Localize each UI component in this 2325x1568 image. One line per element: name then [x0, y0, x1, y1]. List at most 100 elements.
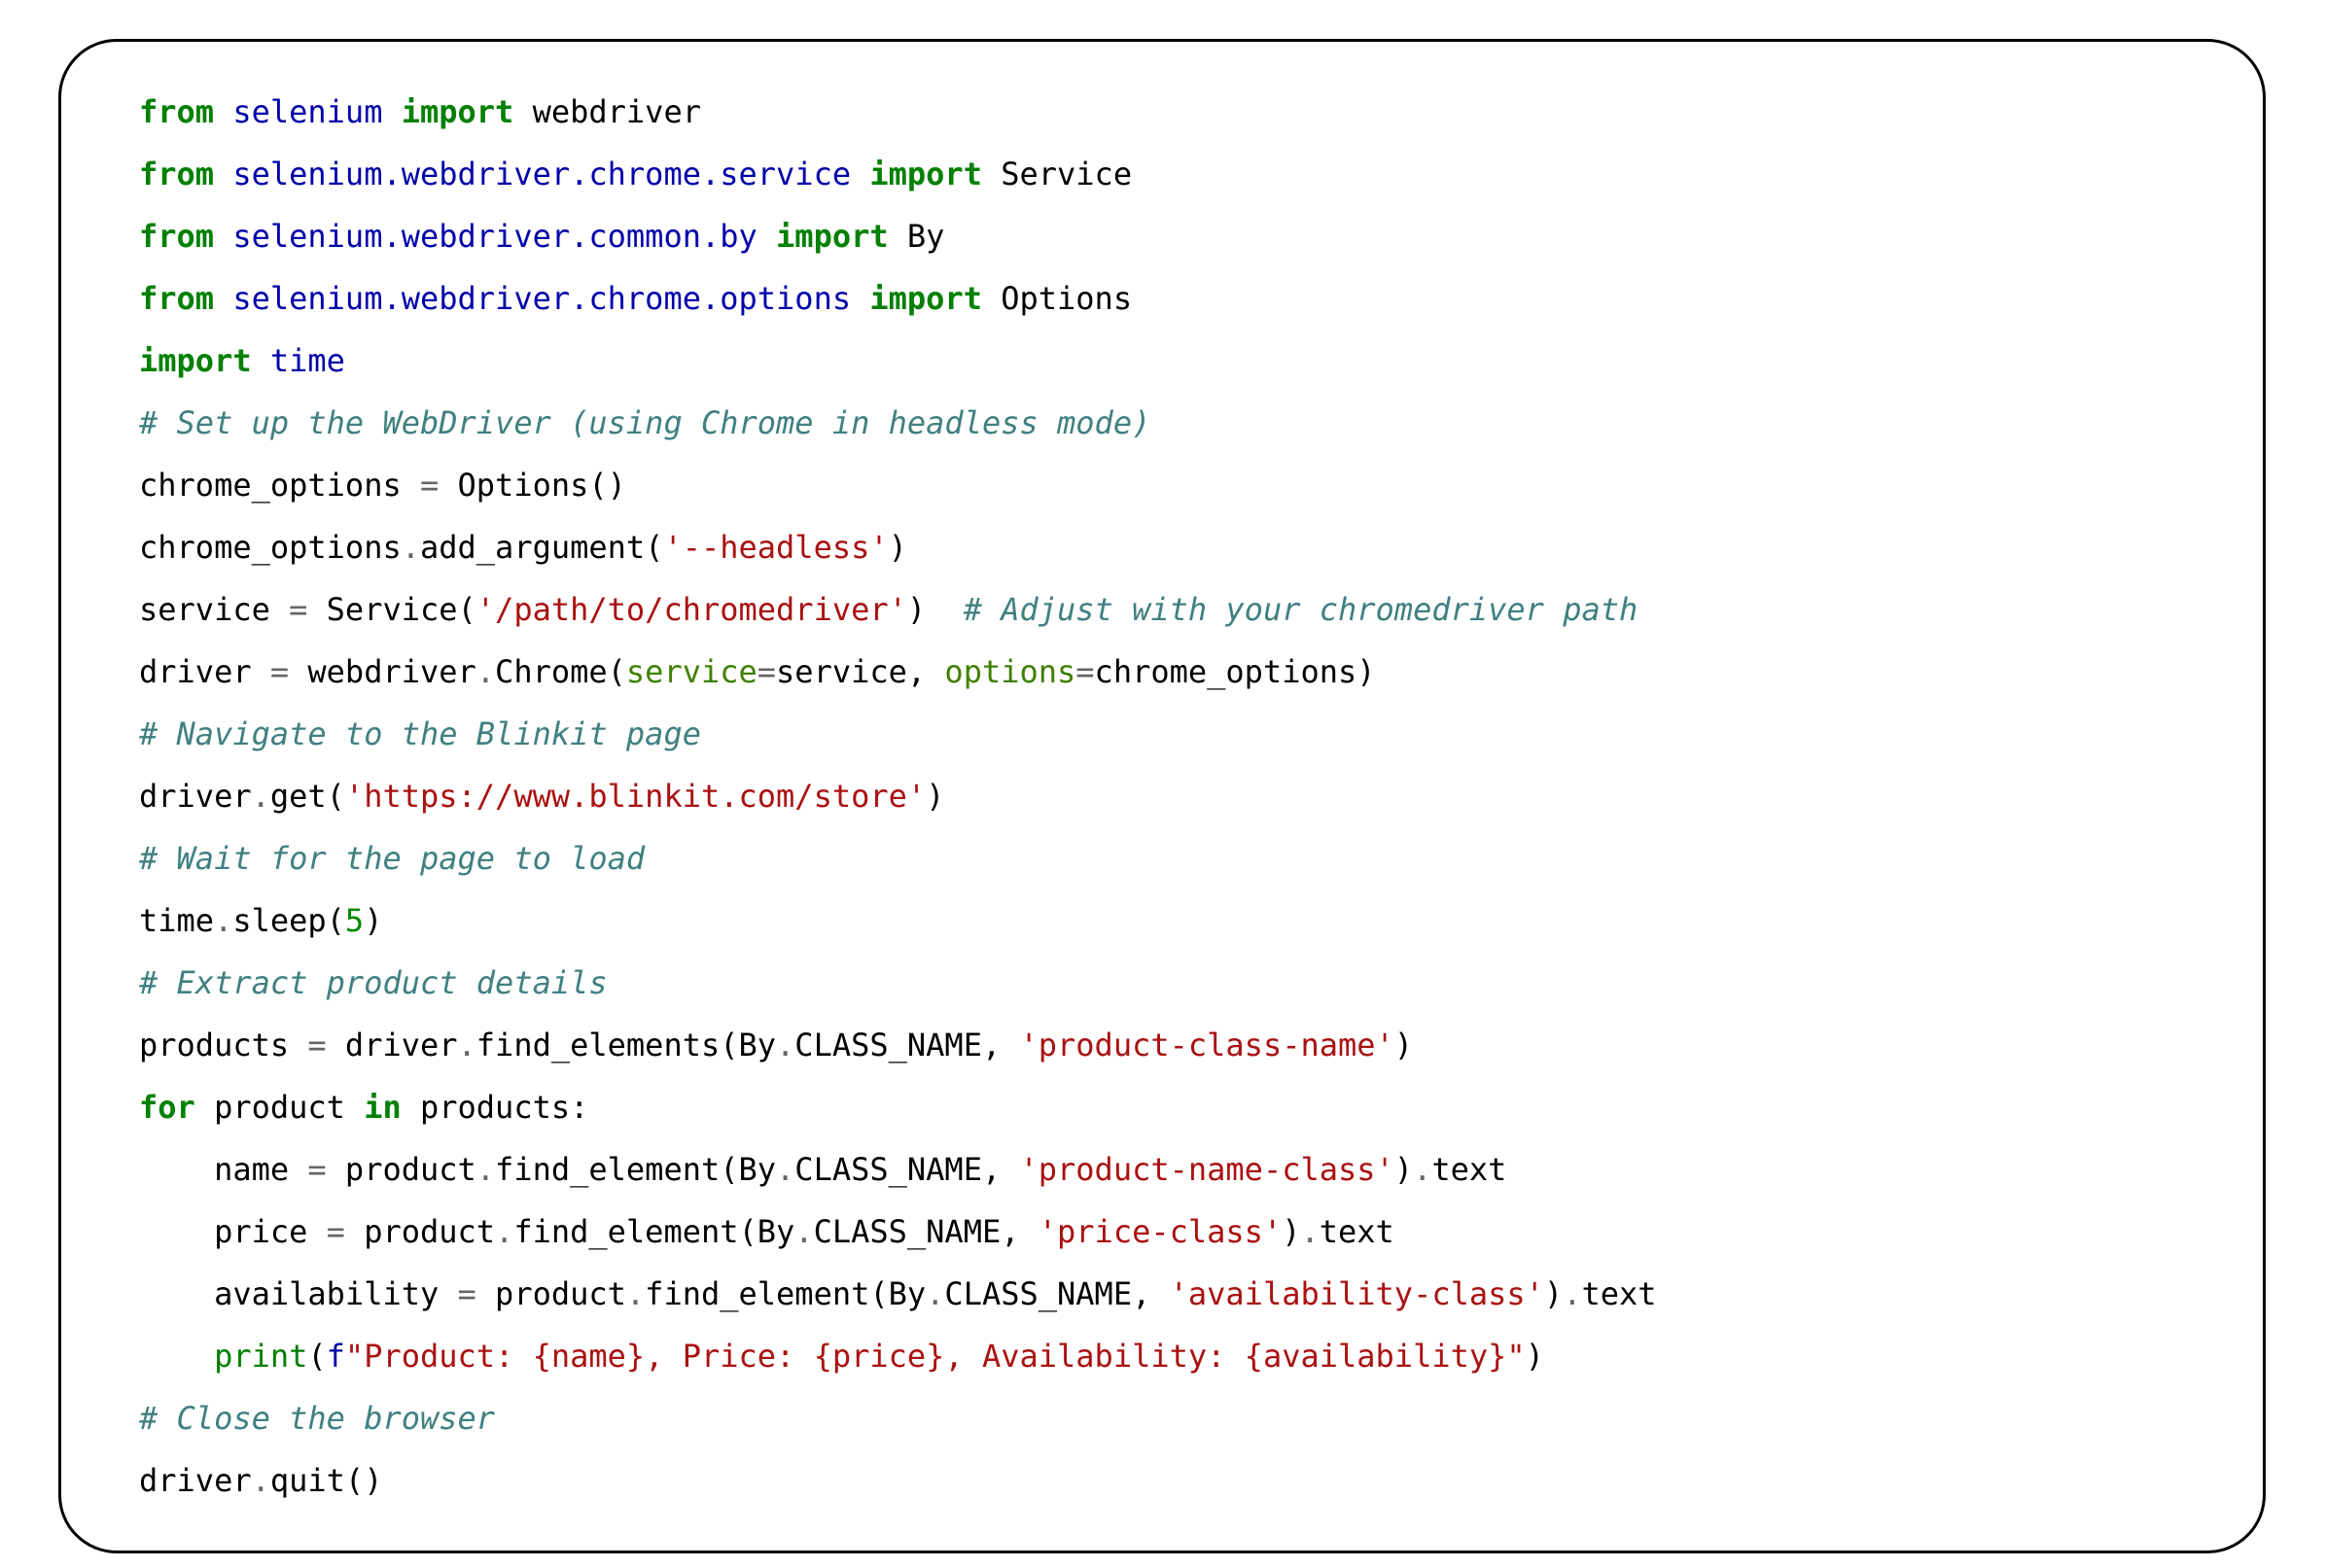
code-token	[851, 156, 869, 192]
code-token	[214, 280, 232, 317]
code-token: product	[327, 1151, 476, 1188]
code-line: from selenium.webdriver.chrome.service i…	[139, 156, 1132, 192]
code-token	[214, 218, 232, 255]
code-token: add_argument(	[420, 529, 663, 566]
code-token: '/path/to/chromedriver'	[476, 591, 907, 628]
code-token: print	[214, 1338, 307, 1375]
code-line: # Wait for the page to load	[139, 840, 645, 877]
code-line: price = product.find_element(By.CLASS_NA…	[139, 1213, 1394, 1250]
code-token: Service(	[307, 591, 476, 628]
code-line: # Set up the WebDriver (using Chrome in …	[139, 404, 1150, 441]
code-token: find_element(By	[513, 1213, 794, 1250]
code-block: from selenium import webdriver from sele…	[139, 81, 2185, 1512]
code-token: .	[252, 778, 270, 815]
code-line: driver.get('https://www.blinkit.com/stor…	[139, 778, 944, 815]
code-token: =	[1075, 653, 1094, 690]
code-token	[889, 218, 907, 255]
code-token: selenium.webdriver.common.by	[232, 218, 757, 255]
code-token	[982, 280, 1001, 317]
code-token: text	[1431, 1151, 1506, 1188]
code-line: for product in products:	[139, 1089, 588, 1126]
code-token: text	[1581, 1275, 1656, 1312]
code-token: .	[1413, 1151, 1431, 1188]
code-token: =	[307, 1027, 326, 1063]
code-token: .	[926, 1275, 944, 1312]
code-token: 'product-class-name'	[1019, 1027, 1393, 1063]
code-token: for	[139, 1089, 195, 1126]
code-line: print(f"Product: {name}, Price: {price},…	[139, 1338, 1544, 1375]
code-token: {name}	[533, 1338, 646, 1375]
code-token: Chrome(	[495, 653, 626, 690]
code-token: product	[345, 1213, 495, 1250]
code-token: from	[139, 93, 214, 130]
code-token: products:	[402, 1089, 589, 1126]
code-line: # Navigate to the Blinkit page	[139, 715, 701, 752]
code-container: from selenium import webdriver from sele…	[58, 39, 2266, 1553]
code-token: .	[252, 1462, 270, 1499]
code-token: =	[307, 1151, 326, 1188]
code-token: # Extract product details	[139, 964, 608, 1001]
code-token: # Adjust with your chromedriver path	[964, 591, 1638, 628]
code-token: .	[776, 1151, 794, 1188]
code-token: By	[907, 218, 945, 255]
code-line: # Close the browser	[139, 1400, 495, 1437]
code-token: .	[776, 1027, 794, 1063]
code-token: driver	[139, 778, 252, 815]
code-token: .	[402, 529, 420, 566]
code-token: Service	[1001, 156, 1132, 192]
code-token: from	[139, 280, 214, 317]
code-token: CLASS_NAME,	[794, 1151, 1019, 1188]
code-token	[982, 156, 1001, 192]
code-token: Options	[1001, 280, 1132, 317]
code-token: =	[270, 653, 289, 690]
code-token: Options()	[439, 467, 626, 504]
code-token: import	[776, 218, 889, 255]
code-token: .	[626, 1275, 645, 1312]
code-line: chrome_options = Options()	[139, 467, 626, 504]
code-token: from	[139, 218, 214, 255]
code-token: CLASS_NAME,	[794, 1027, 1019, 1063]
code-token: selenium.webdriver.chrome.service	[232, 156, 851, 192]
code-token: )	[1394, 1027, 1413, 1063]
code-token: selenium.webdriver.chrome.options	[232, 280, 851, 317]
code-token: )	[1282, 1213, 1300, 1250]
code-token: '--headless'	[663, 529, 888, 566]
code-token	[139, 1338, 214, 1375]
code-token: import	[869, 156, 982, 192]
code-token: {availability}	[1245, 1338, 1507, 1375]
code-token	[513, 93, 532, 130]
code-token: chrome_options	[139, 529, 402, 566]
code-token: driver	[327, 1027, 458, 1063]
code-token: name	[139, 1151, 307, 1188]
code-token: price	[139, 1213, 327, 1250]
code-token: CLASS_NAME,	[814, 1213, 1039, 1250]
code-token: CLASS_NAME,	[944, 1275, 1169, 1312]
code-token: import	[869, 280, 982, 317]
code-token: f	[327, 1338, 345, 1375]
code-token: .	[1300, 1213, 1319, 1250]
code-line: availability = product.find_element(By.C…	[139, 1275, 1657, 1312]
code-token	[214, 93, 232, 130]
code-token: time	[139, 902, 214, 939]
code-token: .	[214, 902, 232, 939]
code-token: selenium	[232, 93, 382, 130]
code-token: (	[307, 1338, 326, 1375]
code-token: )	[1544, 1275, 1563, 1312]
code-line: import time	[139, 342, 345, 379]
code-line: products = driver.find_elements(By.CLASS…	[139, 1027, 1413, 1063]
code-token: # Navigate to the Blinkit page	[139, 715, 701, 752]
code-token: service,	[776, 653, 944, 690]
code-token: .	[458, 1027, 476, 1063]
code-token: .	[1563, 1275, 1581, 1312]
code-token: import	[139, 342, 252, 379]
code-token: from	[139, 156, 214, 192]
code-token: chrome_options)	[1095, 653, 1376, 690]
code-token: 5	[345, 902, 364, 939]
code-token: product	[476, 1275, 626, 1312]
code-line: time.sleep(5)	[139, 902, 382, 939]
code-token: =	[327, 1213, 345, 1250]
code-line: from selenium.webdriver.common.by import…	[139, 218, 944, 255]
code-line: chrome_options.add_argument('--headless'…	[139, 529, 907, 566]
code-token: "	[1506, 1338, 1525, 1375]
code-token: service	[139, 591, 289, 628]
